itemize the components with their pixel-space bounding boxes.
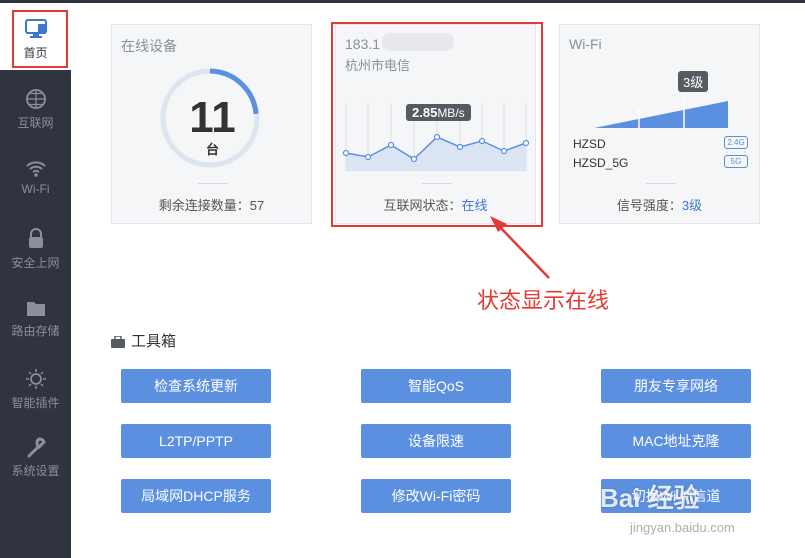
annotation-text: 状态显示在线: [477, 289, 610, 314]
toolbox-title: 工具箱: [111, 330, 176, 351]
watermark-logo: Bai 经验: [600, 483, 700, 513]
toolbox-label: 工具箱: [131, 333, 177, 350]
mac-clone-button[interactable]: MAC地址克隆: [601, 424, 751, 458]
device-speed-limit-button[interactable]: 设备限速: [361, 424, 511, 458]
check-update-button[interactable]: 检查系统更新: [121, 369, 271, 403]
watermark-url: jingyan.baidu.com: [630, 520, 735, 535]
smart-qos-button[interactable]: 智能QoS: [361, 369, 511, 403]
change-wifi-password-button[interactable]: 修改Wi-Fi密码: [361, 479, 511, 513]
dhcp-service-button[interactable]: 局域网DHCP服务: [121, 479, 271, 513]
guest-network-button[interactable]: 朋友专享网络: [601, 369, 751, 403]
toolbox-icon: [111, 335, 125, 348]
l2tp-pptp-button[interactable]: L2TP/PPTP: [121, 424, 271, 458]
annotation-arrow: [490, 216, 550, 279]
